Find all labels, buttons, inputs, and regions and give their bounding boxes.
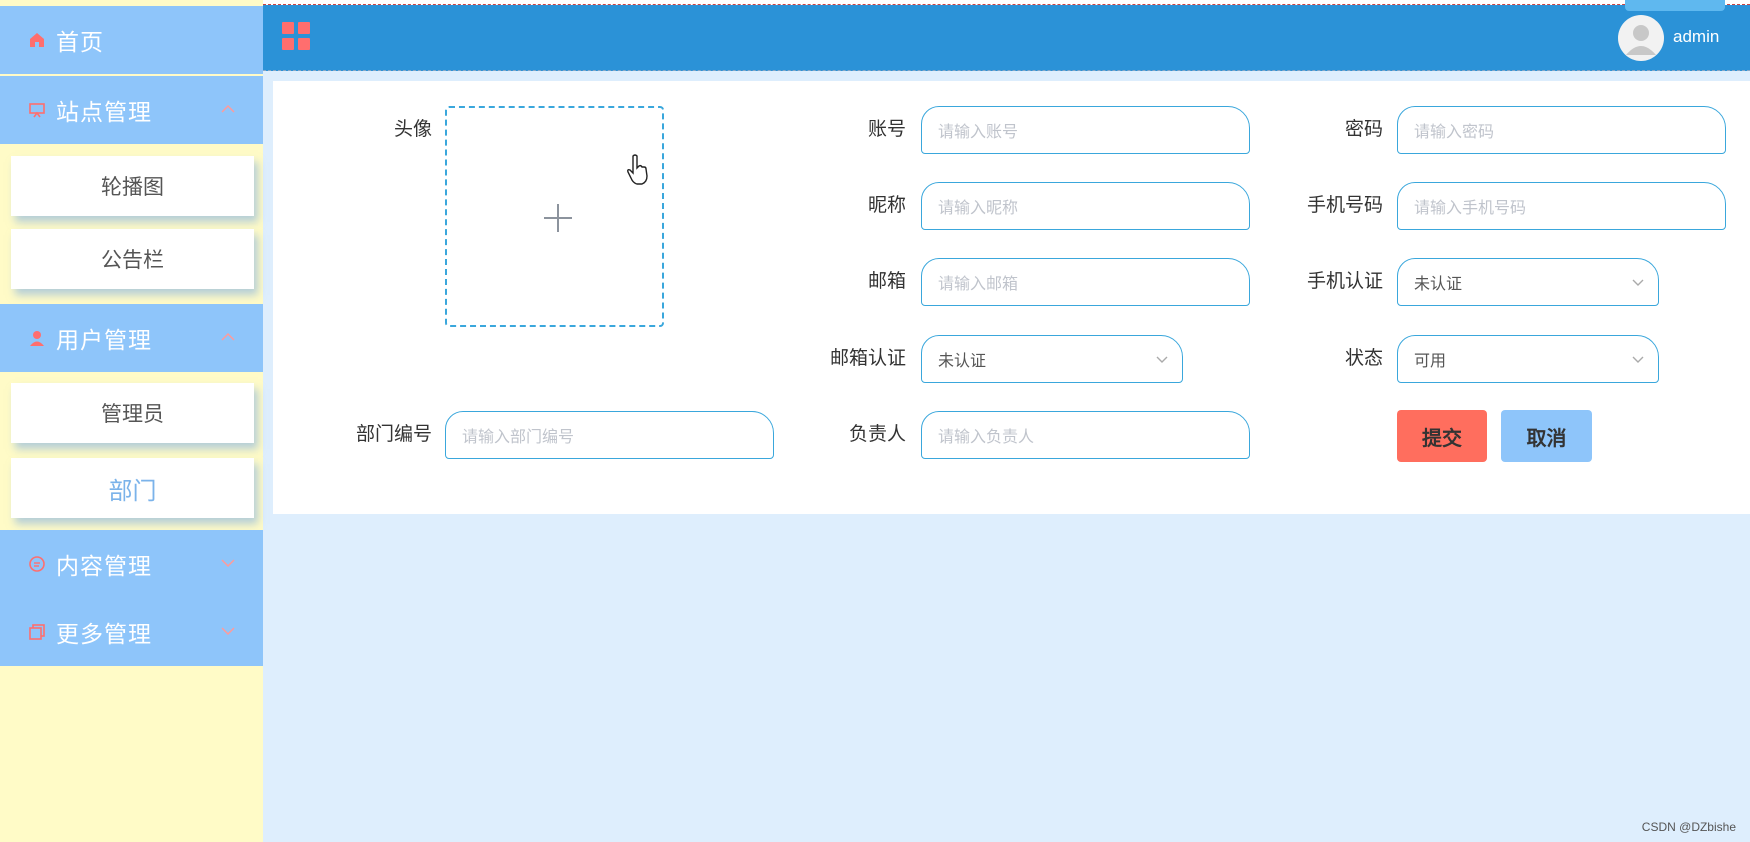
email-label: 邮箱	[867, 270, 906, 292]
phone-input[interactable]: 请输入手机号码	[1397, 182, 1726, 230]
menu-item-home[interactable]: 首页	[0, 6, 263, 74]
avatar[interactable]	[1618, 15, 1664, 61]
nickname-label: 昵称	[867, 194, 906, 216]
chevron-down-icon	[1632, 279, 1644, 286]
dept-no-input[interactable]: 请输入部门编号	[445, 411, 774, 459]
email-verify-label: 邮箱认证	[829, 347, 906, 369]
plus-icon	[544, 204, 572, 232]
monitor-icon	[26, 99, 48, 121]
chevron-up-icon	[217, 98, 239, 120]
menu-label-more-management: 更多管理	[56, 622, 152, 648]
chevron-down-icon	[1156, 356, 1168, 363]
dept-no-label: 部门编号	[355, 423, 432, 445]
phone-label: 手机号码	[1306, 194, 1383, 216]
chevron-up-icon	[217, 326, 239, 348]
nickname-input[interactable]: 请输入昵称	[921, 182, 1250, 230]
account-input[interactable]: 请输入账号	[921, 106, 1250, 154]
header-badge	[1625, 0, 1725, 11]
phone-verify-select[interactable]: 未认证	[1397, 258, 1659, 306]
sidebar: 首页 站点管理 轮播图 公告栏 用户管理 管理员 部门 内容管理 更多管理	[0, 0, 263, 842]
account-label: 账号	[867, 118, 906, 140]
chevron-down-icon	[217, 620, 239, 642]
email-verify-value: 未认证	[938, 351, 987, 370]
menu-label-site-management: 站点管理	[56, 100, 152, 126]
hand-cursor-icon	[627, 154, 648, 185]
menu-label-home: 首页	[56, 30, 104, 56]
phone-verify-label: 手机认证	[1306, 270, 1383, 292]
submenu-item-carousel[interactable]: 轮播图	[11, 156, 254, 216]
user-avatar-icon	[1626, 25, 1656, 55]
email-verify-select[interactable]: 未认证	[921, 335, 1183, 383]
chevron-down-icon	[1632, 356, 1644, 363]
avatar-label: 头像	[393, 118, 432, 140]
password-label: 密码	[1344, 118, 1383, 140]
submenu-item-admin[interactable]: 管理员	[11, 383, 254, 443]
submit-button[interactable]: 提交	[1397, 410, 1487, 462]
menu-item-more-management[interactable]: 更多管理	[0, 598, 263, 666]
avatar-upload[interactable]	[445, 106, 664, 327]
cancel-button[interactable]: 取消	[1501, 410, 1592, 462]
menu-label-user-management: 用户管理	[56, 328, 152, 354]
status-label: 状态	[1344, 347, 1383, 369]
status-value: 可用	[1414, 351, 1447, 370]
watermark: CSDN @DZbishe	[1641, 820, 1736, 834]
top-header: admin	[263, 0, 1750, 71]
copy-icon	[26, 621, 48, 643]
home-icon	[26, 29, 48, 51]
leader-input[interactable]: 请输入负责人	[921, 411, 1250, 459]
email-input[interactable]: 请输入邮箱	[921, 258, 1250, 306]
menu-item-user-management[interactable]: 用户管理	[0, 304, 263, 372]
grid-menu-icon[interactable]	[282, 22, 310, 50]
submenu-item-department[interactable]: 部门	[11, 458, 254, 518]
user-icon	[26, 327, 48, 349]
menu-item-content-management[interactable]: 内容管理	[0, 530, 263, 598]
password-input[interactable]: 请输入密码	[1397, 106, 1726, 154]
chevron-down-icon	[217, 552, 239, 574]
leader-label: 负责人	[848, 423, 906, 445]
chat-icon	[26, 553, 48, 575]
username[interactable]: admin	[1673, 27, 1719, 47]
menu-label-content-management: 内容管理	[56, 554, 152, 580]
submenu-item-notice-board[interactable]: 公告栏	[11, 229, 254, 289]
status-select[interactable]: 可用	[1397, 335, 1659, 383]
phone-verify-value: 未认证	[1414, 274, 1463, 293]
menu-item-site-management[interactable]: 站点管理	[0, 76, 263, 144]
